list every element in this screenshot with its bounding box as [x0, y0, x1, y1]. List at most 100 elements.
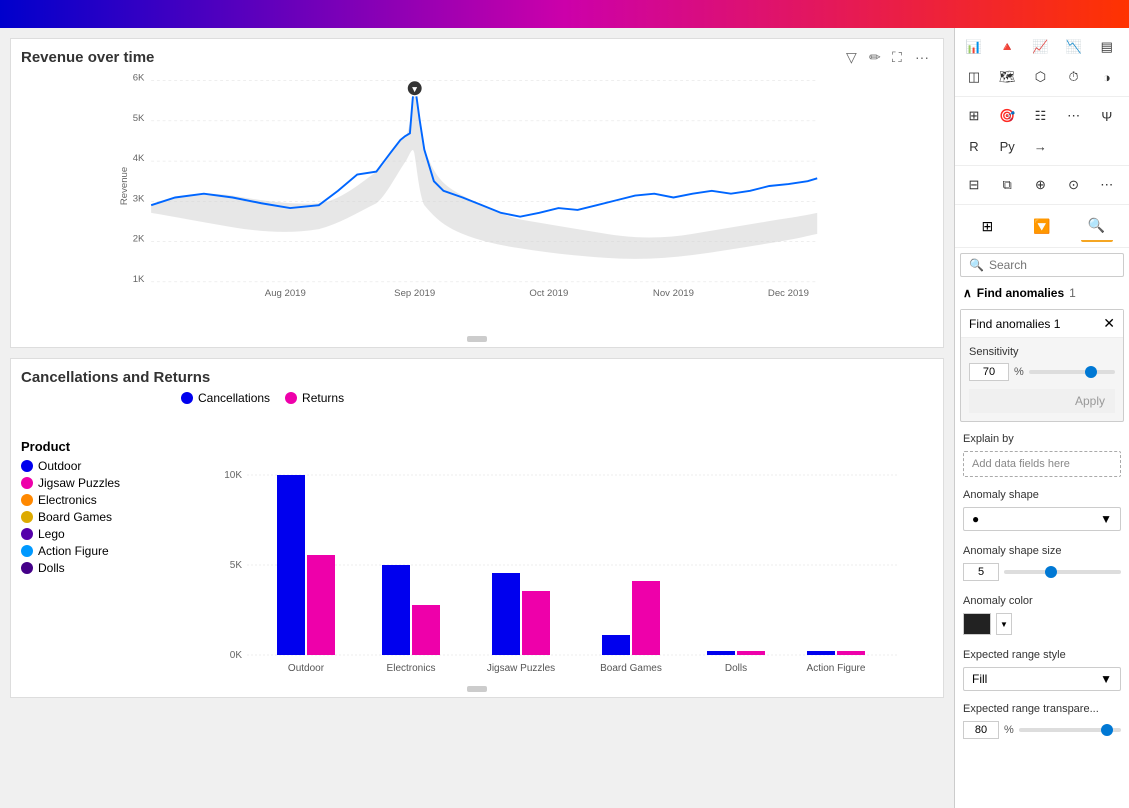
chart-icon-2[interactable]: 🔺 — [993, 33, 1021, 61]
analytics-icon-2[interactable]: 🔽 — [1026, 210, 1058, 242]
edit-icon[interactable]: ✏ — [869, 49, 887, 67]
legend-returns: Returns — [285, 391, 344, 405]
svg-text:Nov 2019: Nov 2019 — [653, 288, 694, 299]
bar-legend: Cancellations Returns — [181, 391, 933, 408]
resize-handle-bottom-bar[interactable] — [467, 686, 487, 692]
p5: Lego — [38, 527, 65, 541]
chart-icon-9[interactable]: ⏱ — [1060, 63, 1088, 91]
explain-by-label: Explain by — [955, 427, 1129, 448]
sensitivity-thumb[interactable] — [1085, 366, 1097, 378]
chart-icon-10[interactable]: ◑ — [1093, 63, 1121, 91]
expected-range-style-select[interactable]: Fill ▼ — [963, 667, 1121, 691]
expand-icon[interactable]: ⛶ — [892, 49, 910, 67]
sensitivity-row: % — [969, 363, 1115, 381]
chart-icon-17[interactable]: Py — [993, 132, 1021, 160]
svg-text:5K: 5K — [230, 560, 243, 571]
more-icon[interactable]: ··· — [915, 49, 933, 67]
chart-icon-8[interactable]: ⬡ — [1026, 63, 1054, 91]
search-input[interactable] — [989, 258, 1115, 272]
expected-range-chevron: ▼ — [1100, 672, 1112, 686]
transparency-thumb[interactable] — [1101, 724, 1113, 736]
svg-text:Sep 2019: Sep 2019 — [394, 288, 435, 299]
svg-text:Action Figure: Action Figure — [807, 663, 866, 673]
anomaly-color-swatch[interactable] — [963, 613, 991, 635]
cancellations-dot — [181, 392, 193, 404]
chart-icon-16[interactable]: R — [960, 132, 988, 160]
p7: Dolls — [38, 561, 65, 575]
chart-icon-21[interactable]: ⊕ — [1026, 171, 1054, 199]
svg-text:Electronics: Electronics — [387, 663, 436, 673]
chart-icon-3[interactable]: 📈 — [1026, 33, 1054, 61]
svg-text:Dolls: Dolls — [725, 663, 747, 673]
chart-icon-15[interactable]: Ψ — [1093, 102, 1121, 130]
svg-text:0K: 0K — [230, 650, 243, 661]
analytics-icon-1[interactable]: ⊞ — [971, 210, 1003, 242]
filter-icon[interactable]: ▽ — [846, 49, 864, 67]
revenue-chart: Revenue over time ▽ ✏ ⛶ ··· 1K 2K 3K 4K … — [10, 38, 944, 348]
anomaly-shape-chevron: ▼ — [1100, 512, 1112, 526]
svg-text:Outdoor: Outdoor — [288, 663, 325, 673]
svg-text:Aug 2019: Aug 2019 — [265, 288, 306, 299]
fa-card-header: Find anomalies 1 ✕ — [961, 310, 1123, 338]
shape-size-slider[interactable] — [1004, 570, 1121, 574]
anomaly-shape-select[interactable]: ● ▼ — [963, 507, 1121, 531]
find-anomalies-count: 1 — [1069, 286, 1076, 300]
transparency-input[interactable] — [963, 721, 999, 739]
svg-text:6K: 6K — [133, 73, 145, 84]
find-anomalies-card: Find anomalies 1 ✕ Sensitivity % Apply — [960, 309, 1124, 422]
revenue-line-chart-svg: 1K 2K 3K 4K 5K 6K Revenue — [21, 71, 933, 301]
sensitivity-slider[interactable] — [1029, 370, 1115, 374]
p2: Jigsaw Puzzles — [38, 476, 120, 490]
chart-icon-5[interactable]: ▤ — [1093, 33, 1121, 61]
chart-icon-6[interactable]: ◫ — [960, 63, 988, 91]
chart-icon-14[interactable]: ⋯ — [1060, 102, 1088, 130]
shape-size-thumb[interactable] — [1045, 566, 1057, 578]
chart-icon-23[interactable]: ⋯ — [1093, 171, 1121, 199]
chart-icon-18[interactable]: → — [1026, 132, 1054, 160]
sensitivity-unit: % — [1014, 366, 1024, 378]
top-bar — [0, 0, 1129, 28]
icon-grid-1: 📊 🔺 📈 📉 ▤ ◫ 🗺 ⬡ ⏱ ◑ — [955, 28, 1129, 97]
icon-grid-2: ⊞ 🎯 ☷ ⋯ Ψ R Py → — [955, 97, 1129, 166]
chart-icon-19[interactable]: ⊟ — [960, 171, 988, 199]
svg-text:Dec 2019: Dec 2019 — [768, 288, 809, 299]
search-box[interactable]: 🔍 — [960, 253, 1124, 277]
product-legend-title: Product — [21, 439, 171, 454]
fa-close-icon[interactable]: ✕ — [1103, 315, 1115, 332]
apply-button[interactable]: Apply — [969, 389, 1115, 413]
shape-size-input[interactable] — [963, 563, 999, 581]
p4: Board Games — [38, 510, 112, 524]
chart-toolbar: ▽ ✏ ⛶ ··· — [846, 49, 933, 67]
chart-icon-12[interactable]: 🎯 — [993, 102, 1021, 130]
anomaly-color-label: Anomaly color — [955, 589, 1129, 610]
svg-text:Oct 2019: Oct 2019 — [529, 288, 568, 299]
chart-icon-13[interactable]: ☷ — [1026, 102, 1054, 130]
chart-icon-20[interactable]: ⧉ — [993, 171, 1021, 199]
chart-icon-1[interactable]: 📊 — [960, 33, 988, 61]
svg-text:4K: 4K — [133, 153, 145, 164]
bar-chart-container: Cancellations and Returns Cancellations … — [10, 358, 944, 698]
anomaly-color-row: ▼ — [963, 613, 1121, 635]
svg-text:Jigsaw Puzzles: Jigsaw Puzzles — [487, 663, 555, 673]
right-panel: Filters 📊 🔺 📈 📉 ▤ ◫ 🗺 ⬡ ⏱ ◑ ⊞ 🎯 ☷ ⋯ Ψ R … — [954, 28, 1129, 808]
sensitivity-input[interactable] — [969, 363, 1009, 381]
chart-icon-11[interactable]: ⊞ — [960, 102, 988, 130]
fa-card-title: Find anomalies 1 — [969, 317, 1060, 331]
resize-handle-bottom[interactable] — [467, 336, 487, 342]
product-legend: Product Outdoor Jigsaw Puzzles Electroni… — [21, 439, 171, 578]
chart-icon-22[interactable]: ⊙ — [1060, 171, 1088, 199]
revenue-chart-title: Revenue over time — [21, 49, 933, 66]
chart-icon-4[interactable]: 📉 — [1060, 33, 1088, 61]
transparency-slider[interactable] — [1019, 728, 1121, 732]
anomaly-color-dropdown[interactable]: ▼ — [996, 613, 1012, 635]
svg-text:Revenue: Revenue — [119, 167, 130, 205]
p3: Electronics — [38, 493, 97, 507]
bar-chart-svg: 0K 5K 10K — [181, 413, 933, 673]
shape-size-row — [955, 563, 1129, 589]
add-fields-box[interactable]: Add data fields here — [963, 451, 1121, 477]
svg-text:3K: 3K — [133, 193, 145, 204]
svg-text:2K: 2K — [133, 234, 145, 245]
chart-icon-7[interactable]: 🗺 — [993, 63, 1021, 91]
collapse-icon[interactable]: ∧ — [963, 286, 972, 300]
analytics-icon-3[interactable]: 🔍 — [1081, 210, 1113, 242]
